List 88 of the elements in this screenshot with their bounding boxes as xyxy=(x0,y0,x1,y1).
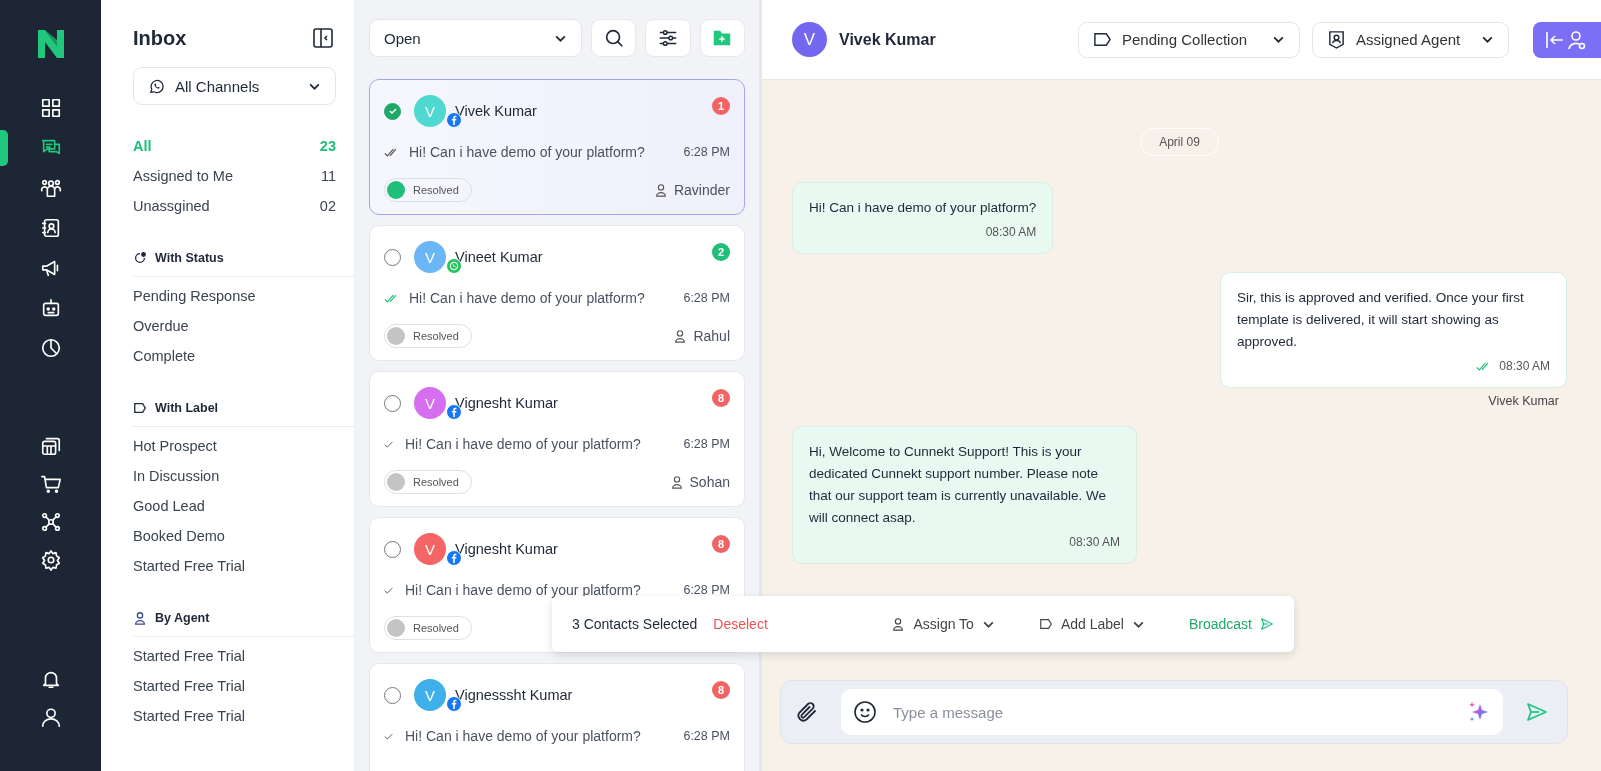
person-icon xyxy=(133,611,147,625)
filter-item[interactable]: Complete xyxy=(133,341,354,371)
unread-count: 2 xyxy=(712,243,730,261)
tag-icon xyxy=(1038,617,1053,631)
send-icon xyxy=(1260,617,1274,631)
filter-item[interactable]: Hot Prospect xyxy=(133,431,354,461)
filter-item[interactable]: Started Free Trial xyxy=(133,701,354,731)
unread-count: 8 xyxy=(712,535,730,553)
filter-item[interactable]: Started Free Trial xyxy=(133,641,354,671)
status-dropdown[interactable]: Open xyxy=(369,19,582,57)
contact-name: Vivek Kumar xyxy=(839,30,936,49)
contact-name: Vineet Kumar xyxy=(455,249,544,265)
filter-item[interactable]: Started Free Trial xyxy=(133,551,354,581)
filter-button[interactable] xyxy=(645,19,691,57)
inbox-title: Inbox xyxy=(133,26,187,50)
filter-item[interactable]: Assigned to Me 11 xyxy=(133,161,336,191)
add-label-dropdown[interactable]: Add Label xyxy=(1038,616,1145,632)
label-dropdown[interactable]: Pending Collection xyxy=(1078,21,1300,58)
avatar: V xyxy=(414,533,446,565)
agent-name: Rahul xyxy=(693,328,730,344)
unread-count: 1 xyxy=(712,97,730,115)
tag-icon xyxy=(1093,30,1112,49)
tag-icon xyxy=(133,401,147,415)
person-icon xyxy=(673,329,688,343)
channel-dropdown[interactable]: All Channels xyxy=(133,67,336,105)
message-text: Hi, Welcome to Cunnekt Support! This is your dedicated Cunnekt support number. Please note that our support team is currently unavailable. We will connect asap. xyxy=(809,443,1107,527)
contact-name: Vignesht Kumar xyxy=(455,541,559,557)
message-preview: Hi! Can i have demo of your platform? xyxy=(405,436,642,452)
filter-item[interactable]: Overdue xyxy=(133,311,354,341)
conversation-card[interactable]: V Vineet Kumar 2 Hi! Can i have demo of your platform? 6:28 PM Resolved Rahul xyxy=(369,225,745,361)
collapse-panel-icon[interactable] xyxy=(312,27,334,49)
sliders-icon xyxy=(657,27,679,49)
person-icon xyxy=(669,475,684,489)
avatar: V xyxy=(414,387,446,419)
search-button[interactable] xyxy=(591,19,637,57)
status-icon xyxy=(133,251,147,265)
active-indicator xyxy=(0,130,8,166)
message-time: 08:30 AM xyxy=(1499,358,1550,375)
message-time: 6:28 PM xyxy=(683,437,730,451)
filter-item[interactable]: In Discussion xyxy=(133,461,354,491)
checkbox[interactable] xyxy=(384,102,401,120)
message-time: 08:30 AM xyxy=(985,224,1037,241)
message-time: 6:28 PM xyxy=(683,583,730,597)
contact-name: Vignesht Kumar xyxy=(455,395,559,411)
message-preview: Hi! Can i have demo of your platform? xyxy=(405,728,642,744)
paperclip-icon[interactable] xyxy=(795,700,819,724)
section-heading: With Status xyxy=(155,251,224,265)
unread-count: 8 xyxy=(712,681,730,699)
assign-agent-button[interactable] xyxy=(1533,21,1601,58)
message-time: 6:28 PM xyxy=(683,145,730,159)
filter-item[interactable]: Booked Demo xyxy=(133,521,354,551)
emoji-icon[interactable] xyxy=(853,700,877,724)
message-time: 6:28 PM xyxy=(683,291,730,305)
avatar: V xyxy=(414,95,446,127)
logo-icon xyxy=(35,28,66,60)
filter-item[interactable]: Started Free Trial xyxy=(133,671,354,701)
filter-item[interactable]: Good Lead xyxy=(133,491,354,521)
message-text: Hi! Can i have demo of your platform? xyxy=(809,199,1037,217)
avatar: V xyxy=(414,241,446,273)
message-preview: Hi! Can i have demo of your platform? xyxy=(409,144,646,160)
filter-item[interactable]: Unassgined 02 xyxy=(133,191,336,221)
unread-count: 8 xyxy=(712,389,730,407)
section-heading: By Agent xyxy=(155,611,210,625)
whatsapp-icon xyxy=(148,77,165,95)
assign-dropdown[interactable]: Assign To xyxy=(891,616,995,632)
conversation-card[interactable]: V Vignesht Kumar 8 Hi! Can i have demo of your platform? 6:28 PM Resolved Sohan xyxy=(369,371,745,507)
avatar: V xyxy=(792,22,827,57)
message-preview: Hi! Can i have demo of your platform? xyxy=(409,290,646,306)
section-heading: With Label xyxy=(155,401,219,415)
message-text: Sir, this is approved and verified. Once your first template is delivered, it will start showing as approved. xyxy=(1237,289,1525,351)
agent-name: Sohan xyxy=(689,474,730,490)
contact-name: Vignesssht Kumar xyxy=(455,687,574,703)
agent-name: Ravinder xyxy=(673,182,730,198)
message-field[interactable]: Type a message xyxy=(841,689,1503,735)
message-time: 6:28 PM xyxy=(683,729,730,743)
message-time: 08:30 AM xyxy=(1069,534,1120,551)
person-icon xyxy=(891,617,906,631)
avatar: V xyxy=(414,679,446,711)
agent-dropdown[interactable]: Assigned Agent xyxy=(1312,21,1509,58)
agent-badge-icon xyxy=(1327,30,1346,49)
message-preview: Hi! Can i have demo of your platform? xyxy=(405,582,642,598)
filter-item[interactable]: Pending Response xyxy=(133,281,354,311)
conversation-card[interactable]: V Vivek Kumar 1 Hi! Can i have demo of your platform? 6:28 PM Resolved Ravinder xyxy=(369,79,745,215)
person-icon xyxy=(653,183,668,197)
sender-name: Vivek Kumar xyxy=(1488,394,1559,408)
selection-count: 3 Contacts Selected xyxy=(572,616,698,632)
contact-name: Vivek Kumar xyxy=(455,103,538,119)
conversation-card[interactable]: V Vignesssht Kumar 8 Hi! Can i have demo of your platform? 6:28 PM xyxy=(369,663,745,771)
